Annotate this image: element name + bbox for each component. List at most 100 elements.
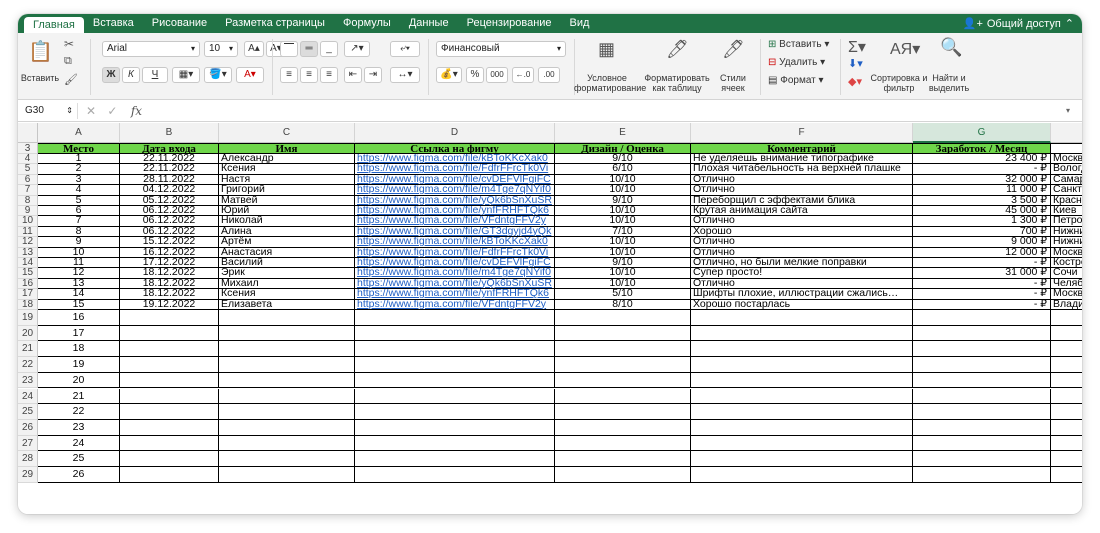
earnings-cell[interactable]: 32 000 ₽ [913,174,1051,186]
column-header[interactable]: D [355,123,555,143]
number-format-select[interactable]: Финансовый ▾ [436,41,566,57]
place-cell[interactable]: 1 [38,154,120,165]
empty-cell[interactable] [555,372,691,389]
empty-cell[interactable] [1051,467,1082,483]
autosum-icon[interactable]: Σ▾ [848,37,866,57]
column-title[interactable]: Дата входа [120,143,219,154]
empty-cell[interactable] [1051,404,1082,420]
earnings-cell[interactable]: - ₽ [913,289,1051,300]
place-cell[interactable]: 17 [38,325,120,342]
tab-page-layout[interactable]: Разметка страницы [216,14,334,33]
format-cells-button[interactable]: ▤ Формат ▾ [768,75,824,86]
empty-cell[interactable] [913,388,1051,405]
accounting-format-button[interactable]: 💰▾ [436,67,462,83]
score-cell[interactable]: 9/10 [555,154,691,165]
earnings-cell[interactable]: 3 500 ₽ [913,195,1051,206]
column-header[interactable]: G [913,123,1051,143]
empty-cell[interactable] [913,435,1051,452]
align-middle-button[interactable]: ═ [300,41,318,57]
empty-cell[interactable] [355,404,555,420]
name-cell[interactable]: Матвей [219,195,355,206]
row-header[interactable]: 22 [18,357,38,373]
increase-font-button[interactable]: A▴ [244,41,264,57]
city-cell[interactable]: Нижний Новгород [1051,237,1082,248]
conditional-format-label[interactable]: Условное форматирование [574,73,646,93]
column-title[interactable] [1051,143,1082,154]
decrease-indent-button[interactable]: ⇤ [344,67,362,83]
confirm-icon[interactable]: ✓ [107,104,117,118]
figma-link[interactable]: https://www.figma.com/file/yQk6bSnXuSR [355,278,555,290]
fx-icon[interactable]: fx [131,104,142,118]
empty-cell[interactable] [691,341,913,358]
cut-icon[interactable]: ✂ [64,37,74,51]
earnings-cell[interactable]: 9 000 ₽ [913,237,1051,248]
empty-cell[interactable] [691,435,913,452]
cell-styles-icon[interactable]: 🖊 [722,39,745,60]
date-cell[interactable]: 16.12.2022 [120,247,219,258]
empty-cell[interactable] [555,435,691,452]
city-cell[interactable]: Нижний Новгород [1051,227,1082,238]
earnings-cell[interactable]: - ₽ [913,299,1051,310]
column-title[interactable]: Комментарий [691,143,913,154]
score-cell[interactable]: 9/10 [555,258,691,269]
empty-cell[interactable] [355,467,555,483]
comment-cell[interactable]: Отлично [691,237,913,248]
format-painter-icon[interactable]: 🖌 [64,73,78,86]
comment-cell[interactable]: Супер просто! [691,268,913,279]
place-cell[interactable]: 16 [38,310,120,326]
comment-cell[interactable]: Крутая анимация сайта [691,206,913,217]
place-cell[interactable]: 10 [38,247,120,258]
comment-cell[interactable]: Отлично [691,185,913,196]
empty-cell[interactable] [913,325,1051,342]
empty-cell[interactable] [913,404,1051,420]
date-cell[interactable]: 18.12.2022 [120,278,219,290]
empty-cell[interactable] [555,451,691,467]
empty-cell[interactable] [555,467,691,483]
date-cell[interactable]: 15.12.2022 [120,237,219,248]
score-cell[interactable]: 10/10 [555,247,691,258]
city-cell[interactable]: Москва [1051,154,1082,165]
place-cell[interactable]: 13 [38,278,120,290]
earnings-cell[interactable]: 1 300 ₽ [913,216,1051,227]
empty-cell[interactable] [120,451,219,467]
tab-view[interactable]: Вид [561,14,599,33]
row-header[interactable]: 20 [18,325,38,342]
empty-cell[interactable] [120,325,219,342]
align-bottom-button[interactable]: _ [320,41,338,57]
empty-cell[interactable] [555,388,691,405]
empty-cell[interactable] [691,451,913,467]
figma-link[interactable]: https://www.figma.com/file/ynfFRHFTQk6 [355,206,555,217]
earnings-cell[interactable]: 31 000 ₽ [913,268,1051,279]
empty-cell[interactable] [219,341,355,358]
empty-cell[interactable] [913,467,1051,483]
figma-link[interactable]: https://www.figma.com/file/m4Tge7qNYif0 [355,268,555,279]
date-cell[interactable]: 18.12.2022 [120,268,219,279]
date-cell[interactable]: 22.11.2022 [120,154,219,165]
select-all-corner[interactable] [18,123,38,143]
empty-cell[interactable] [219,372,355,389]
bold-button[interactable]: Ж [102,67,120,83]
place-cell[interactable]: 25 [38,451,120,467]
place-cell[interactable]: 11 [38,258,120,269]
empty-cell[interactable] [691,372,913,389]
place-cell[interactable]: 21 [38,388,120,405]
empty-cell[interactable] [1051,310,1082,326]
city-cell[interactable]: Самара [1051,175,1082,186]
empty-cell[interactable] [120,435,219,452]
earnings-cell[interactable]: 23 400 ₽ [913,154,1051,165]
name-cell[interactable]: Эрик [219,268,355,279]
cancel-icon[interactable]: ✕ [86,104,96,118]
column-title[interactable]: Имя [219,143,355,154]
empty-cell[interactable] [1051,341,1082,358]
empty-cell[interactable] [219,435,355,452]
font-name-select[interactable]: Arial ▾ [102,41,200,57]
empty-cell[interactable] [691,404,913,420]
place-cell[interactable]: 24 [38,435,120,452]
empty-cell[interactable] [120,419,219,436]
tab-insert[interactable]: Вставка [84,14,143,33]
score-cell[interactable]: 10/10 [555,185,691,196]
comment-cell[interactable]: Отлично, но были мелкие поправки [691,258,913,269]
empty-cell[interactable] [913,357,1051,373]
collapse-ribbon-icon[interactable]: ⌃ [1065,17,1074,30]
place-cell[interactable]: 23 [38,419,120,436]
